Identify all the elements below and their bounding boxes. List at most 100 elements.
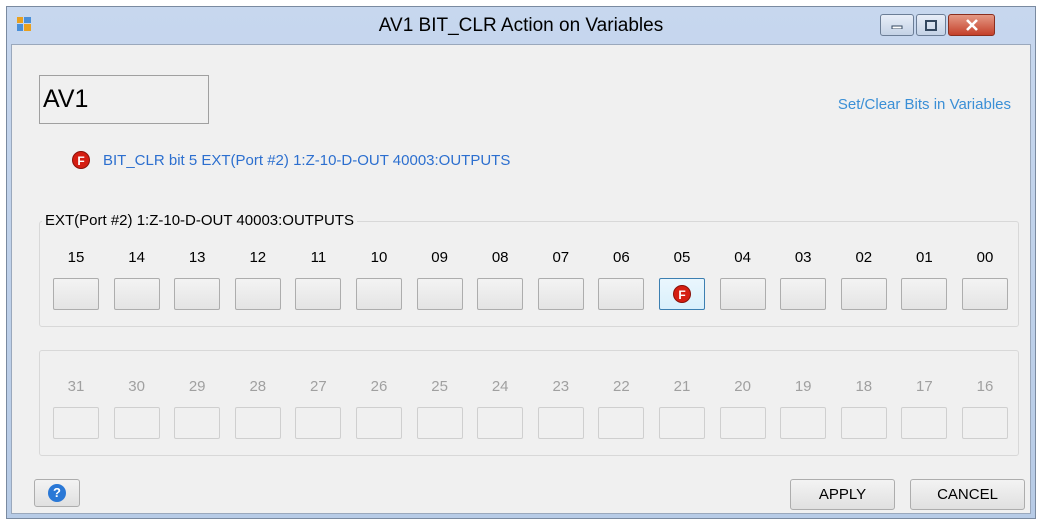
bit-toggle-02[interactable] <box>840 278 887 310</box>
bit-toggle-17 <box>901 407 948 439</box>
flag-f-icon: F <box>673 285 691 303</box>
bit-toggle-12[interactable] <box>234 278 281 310</box>
help-icon: ? <box>48 484 66 502</box>
bit-label: 08 <box>491 249 509 266</box>
help-button[interactable]: ? <box>34 479 80 507</box>
dialog-window: AV1 BIT_CLR Action on Variables AV1 Set/… <box>6 6 1036 519</box>
bit-label: 24 <box>491 378 509 395</box>
bit-13: 13 <box>173 249 221 310</box>
bit-label: 03 <box>794 249 812 266</box>
minimize-button[interactable] <box>880 14 914 36</box>
bit-label: 10 <box>370 249 388 266</box>
bit-toggle-06[interactable] <box>598 278 645 310</box>
title-bar[interactable]: AV1 BIT_CLR Action on Variables <box>7 7 1035 43</box>
bit-toggle-15[interactable] <box>53 278 99 310</box>
bit-toggle-24 <box>477 407 524 439</box>
apply-button[interactable]: APPLY <box>790 479 895 510</box>
bit-label: 31 <box>67 378 85 395</box>
bit-label: 17 <box>916 378 933 395</box>
bit-00: 00 <box>961 249 1009 310</box>
bit-02: 02 <box>840 249 888 310</box>
dialog-content: AV1 Set/Clear Bits in Variables F BIT_CL… <box>11 44 1031 514</box>
bit-toggle-26 <box>356 407 402 439</box>
close-button[interactable] <box>948 14 995 36</box>
bit-25: 25 <box>416 378 464 439</box>
maximize-button[interactable] <box>916 14 946 36</box>
bit-31: 31 <box>52 378 100 439</box>
bit-22: 22 <box>597 378 645 439</box>
variable-name-field[interactable]: AV1 <box>39 75 209 124</box>
action-summary: F BIT_CLR bit 5 EXT(Port #2) 1:Z-10-D-OU… <box>72 151 510 169</box>
bit-12: 12 <box>234 249 282 310</box>
bit-label: 18 <box>855 378 873 395</box>
bit-07: 07 <box>537 249 585 310</box>
bit-label: 01 <box>916 249 933 266</box>
bit-label: 27 <box>310 378 327 395</box>
bit-17: 17 <box>900 378 948 439</box>
bit-label: 15 <box>67 249 85 266</box>
bit-23: 23 <box>537 378 585 439</box>
bit-label: 22 <box>613 378 630 395</box>
bit-toggle-29 <box>174 407 221 439</box>
bit-group-low-legend: EXT(Port #2) 1:Z-10-D-OUT 40003:OUTPUTS <box>42 212 357 229</box>
bit-toggle-16 <box>962 407 1008 439</box>
bit-09: 09 <box>416 249 464 310</box>
action-summary-text: BIT_CLR bit 5 EXT(Port #2) 1:Z-10-D-OUT … <box>103 151 511 169</box>
bit-15: 15 <box>52 249 100 310</box>
bit-08: 08 <box>476 249 524 310</box>
bit-toggle-14[interactable] <box>113 278 160 310</box>
bit-label: 19 <box>794 378 812 395</box>
bit-toggle-28 <box>234 407 281 439</box>
bit-group-low: EXT(Port #2) 1:Z-10-D-OUT 40003:OUTPUTS … <box>39 212 1019 327</box>
bit-toggle-10[interactable] <box>356 278 402 310</box>
bit-01: 01 <box>900 249 948 310</box>
bit-27: 27 <box>294 378 342 439</box>
flag-f-icon: F <box>72 151 90 169</box>
bit-toggle-00[interactable] <box>962 278 1008 310</box>
bit-19: 19 <box>779 378 827 439</box>
bit-label: 06 <box>613 249 630 266</box>
bit-20: 20 <box>719 378 767 439</box>
cancel-button[interactable]: CANCEL <box>910 479 1025 510</box>
bit-10: 10 <box>355 249 403 310</box>
bit-toggle-05[interactable]: F <box>659 278 705 310</box>
bit-label: 04 <box>734 249 751 266</box>
bit-label: 30 <box>128 378 145 395</box>
bit-toggle-11[interactable] <box>295 278 342 310</box>
bit-label: 05 <box>673 249 691 266</box>
bit-05: 05 F <box>658 249 706 310</box>
bit-11: 11 <box>294 249 342 310</box>
minimize-icon <box>891 25 903 29</box>
bit-toggle-07[interactable] <box>537 278 584 310</box>
bit-toggle-27 <box>295 407 342 439</box>
bit-16: 16 <box>961 378 1009 439</box>
bit-label: 28 <box>249 378 267 395</box>
bit-30: 30 <box>113 378 161 439</box>
bit-label: 20 <box>734 378 751 395</box>
bit-14: 14 <box>113 249 161 310</box>
bit-label: 11 <box>310 249 327 266</box>
help-link[interactable]: Set/Clear Bits in Variables <box>838 96 1011 113</box>
bit-toggle-23 <box>537 407 584 439</box>
bit-group-high: 31 30 29 28 27 26 25 24 23 22 21 20 19 18 17 16 <box>39 350 1019 456</box>
bit-label: 12 <box>249 249 267 266</box>
bit-26: 26 <box>355 378 403 439</box>
bit-label: 23 <box>552 378 570 395</box>
bit-24: 24 <box>476 378 524 439</box>
bit-toggle-01[interactable] <box>901 278 948 310</box>
bit-toggle-08[interactable] <box>477 278 524 310</box>
maximize-icon <box>925 19 937 31</box>
bit-toggle-25 <box>416 407 463 439</box>
bit-toggle-13[interactable] <box>174 278 221 310</box>
bit-toggle-09[interactable] <box>416 278 463 310</box>
bit-label: 09 <box>431 249 448 266</box>
bit-toggle-20 <box>719 407 766 439</box>
bit-label: 29 <box>188 378 206 395</box>
bit-label: 25 <box>431 378 448 395</box>
bit-label: 26 <box>370 378 388 395</box>
bit-28: 28 <box>234 378 282 439</box>
bit-toggle-31 <box>53 407 99 439</box>
bit-label: 14 <box>128 249 145 266</box>
bit-toggle-03[interactable] <box>780 278 827 310</box>
bit-toggle-04[interactable] <box>719 278 766 310</box>
